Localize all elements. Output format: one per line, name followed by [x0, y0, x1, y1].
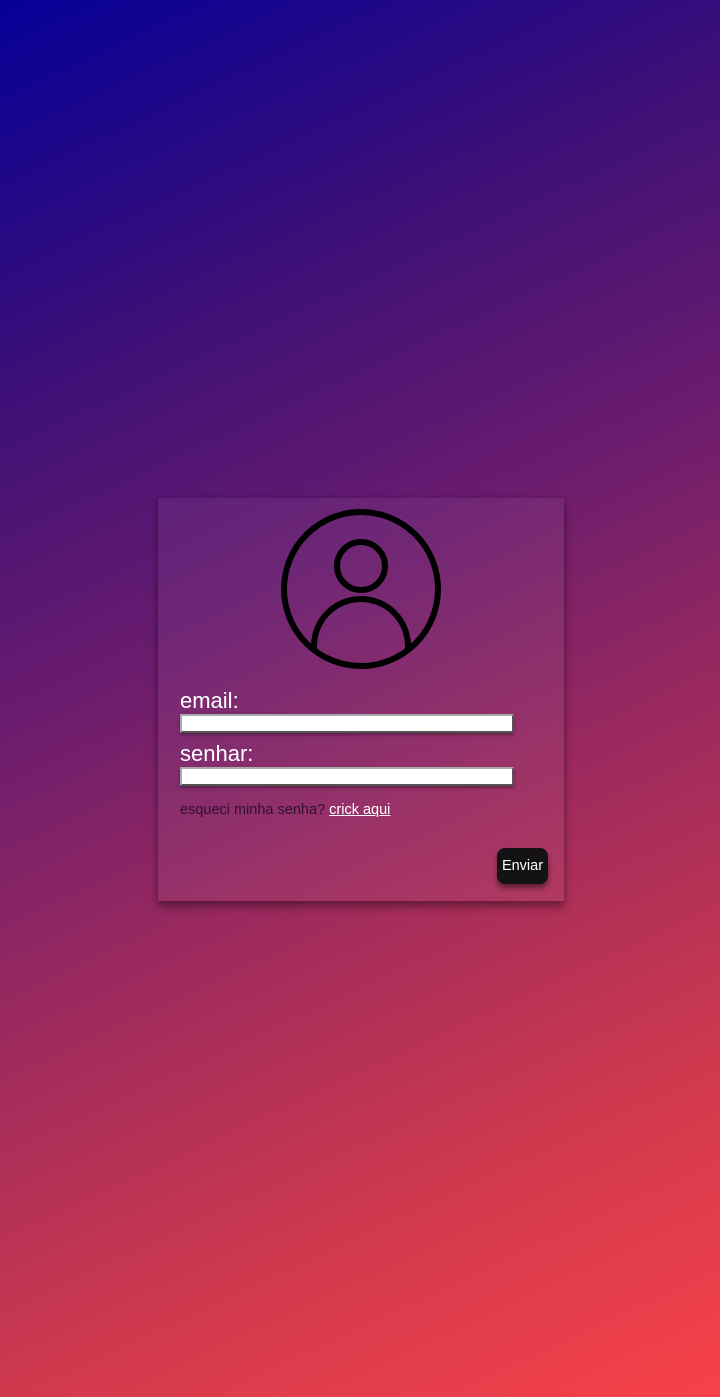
- forgot-password-row: esqueci minha senha? crick aqui: [180, 801, 390, 819]
- forgot-password-link[interactable]: crick aqui: [329, 802, 390, 818]
- forgot-password-text: esqueci minha senha?: [180, 802, 326, 818]
- email-field[interactable]: [180, 714, 514, 733]
- login-card: email: senhar: esqueci minha senha? cric…: [158, 498, 564, 901]
- user-circle-icon: [280, 508, 442, 670]
- password-label: senhar:: [180, 741, 254, 766]
- submit-button[interactable]: Enviar: [497, 848, 548, 884]
- email-label: email:: [180, 688, 239, 713]
- password-field[interactable]: [180, 767, 514, 786]
